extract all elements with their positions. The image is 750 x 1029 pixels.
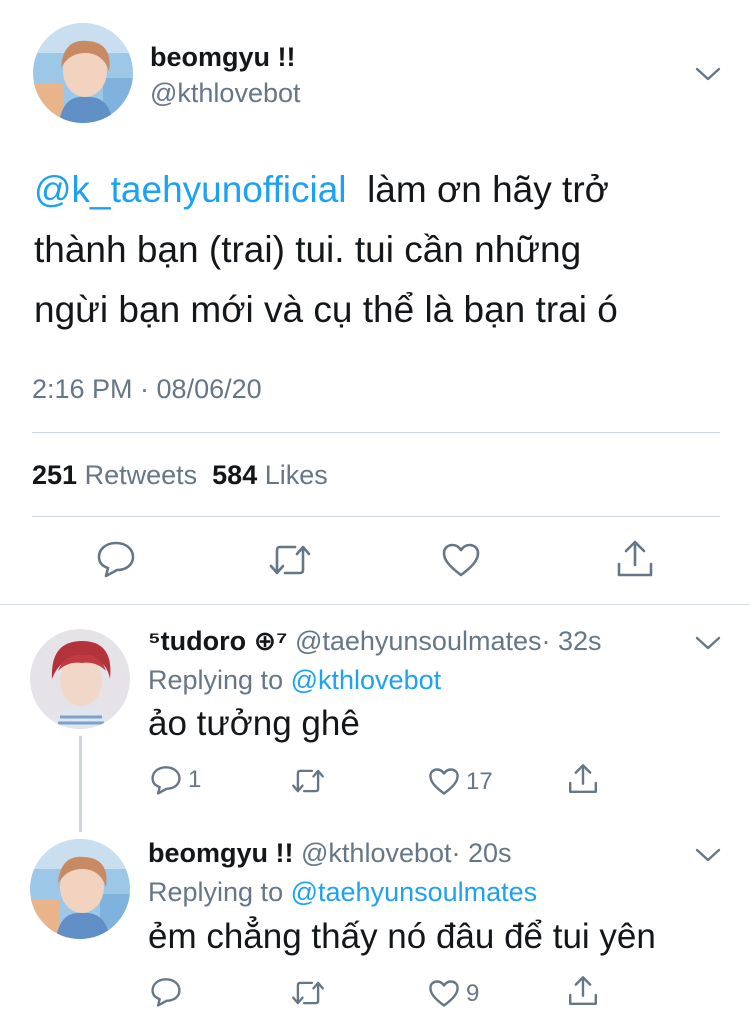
avatar[interactable]: [30, 629, 130, 729]
chevron-down-icon[interactable]: [695, 66, 721, 82]
retweet-button[interactable]: [290, 979, 332, 1007]
reply-text: ảo tưởng ghê: [148, 704, 360, 743]
section-divider: [0, 604, 750, 605]
avatar[interactable]: [30, 839, 130, 939]
likes-label[interactable]: Likes: [265, 460, 328, 490]
reply-header: beomgyu !! @kthlovebot· 20s: [148, 838, 512, 869]
reply-header: ⁵tudoro ⊕⁷ @taehyunsoulmates· 32s: [148, 626, 602, 657]
reply-button[interactable]: [96, 540, 136, 578]
share-icon: [615, 538, 655, 580]
retweet-button[interactable]: [267, 542, 313, 578]
mention-link[interactable]: @k_taehyunofficial: [34, 169, 347, 210]
author-name[interactable]: ⁵tudoro ⊕⁷: [148, 626, 287, 656]
chevron-down-icon[interactable]: [695, 847, 721, 863]
replying-prefix: Replying to: [148, 665, 284, 695]
replying-to: Replying to @taehyunsoulmates: [148, 877, 537, 908]
share-icon: [567, 762, 599, 796]
heart-icon: [428, 979, 460, 1008]
reply-icon: [96, 540, 136, 578]
retweet-icon: [290, 979, 326, 1007]
share-button[interactable]: [615, 538, 655, 580]
reply-time[interactable]: · 20s: [452, 838, 512, 868]
retweet-button[interactable]: [290, 767, 332, 795]
retweets-label[interactable]: Retweets: [85, 460, 198, 490]
author-handle[interactable]: @kthlovebot: [150, 78, 301, 109]
reply-button[interactable]: [150, 977, 188, 1007]
chevron-down-icon[interactable]: [695, 635, 721, 651]
reply-count: 1: [188, 766, 202, 793]
retweet-icon: [290, 767, 326, 795]
reply-button[interactable]: 1: [150, 765, 201, 795]
divider: [32, 516, 720, 517]
author-handle[interactable]: @kthlovebot: [301, 838, 452, 868]
author-name[interactable]: beomgyu !!: [148, 838, 294, 868]
heart-icon: [441, 542, 481, 578]
likes-count[interactable]: 584: [212, 460, 257, 490]
divider: [32, 432, 720, 433]
reply-time[interactable]: · 32s: [541, 626, 601, 656]
engagement-stats: 251 Retweets 584 Likes: [32, 460, 328, 491]
tweet-text: @k_taehyunofficial làm ơn hãy trở thành …: [34, 160, 734, 340]
reply-icon: [150, 977, 182, 1007]
avatar[interactable]: [33, 23, 133, 123]
like-button[interactable]: 9: [428, 979, 479, 1008]
replying-prefix: Replying to: [148, 877, 284, 907]
replying-to: Replying to @kthlovebot: [148, 665, 441, 696]
reply-icon: [150, 765, 182, 795]
thread-line: [79, 736, 82, 832]
tweet-timestamp[interactable]: 2:16 PM · 08/06/20: [32, 374, 262, 405]
author-name[interactable]: beomgyu !!: [150, 42, 296, 73]
retweets-count[interactable]: 251: [32, 460, 77, 490]
replying-handle-link[interactable]: @taehyunsoulmates: [291, 877, 538, 907]
tweet-text-line: thành bạn (trai) tui. tui cần những: [34, 229, 582, 270]
tweet-text-line: ngừi bạn mới và cụ thể là bạn trai ó: [34, 289, 618, 330]
like-count: 9: [466, 979, 480, 1007]
retweet-icon: [267, 542, 313, 578]
share-button[interactable]: [567, 762, 599, 796]
like-button[interactable]: [441, 542, 481, 578]
reply-text: ẻm chẳng thấy nó đâu để tui yên: [148, 917, 656, 956]
heart-icon: [428, 767, 460, 796]
like-count: 17: [466, 767, 493, 795]
share-button[interactable]: [567, 974, 599, 1008]
replying-handle-link[interactable]: @kthlovebot: [291, 665, 442, 695]
author-handle[interactable]: @taehyunsoulmates: [295, 626, 542, 656]
tweet-text-line: làm ơn hãy trở: [367, 169, 609, 210]
share-icon: [567, 974, 599, 1008]
like-button[interactable]: 17: [428, 767, 493, 796]
